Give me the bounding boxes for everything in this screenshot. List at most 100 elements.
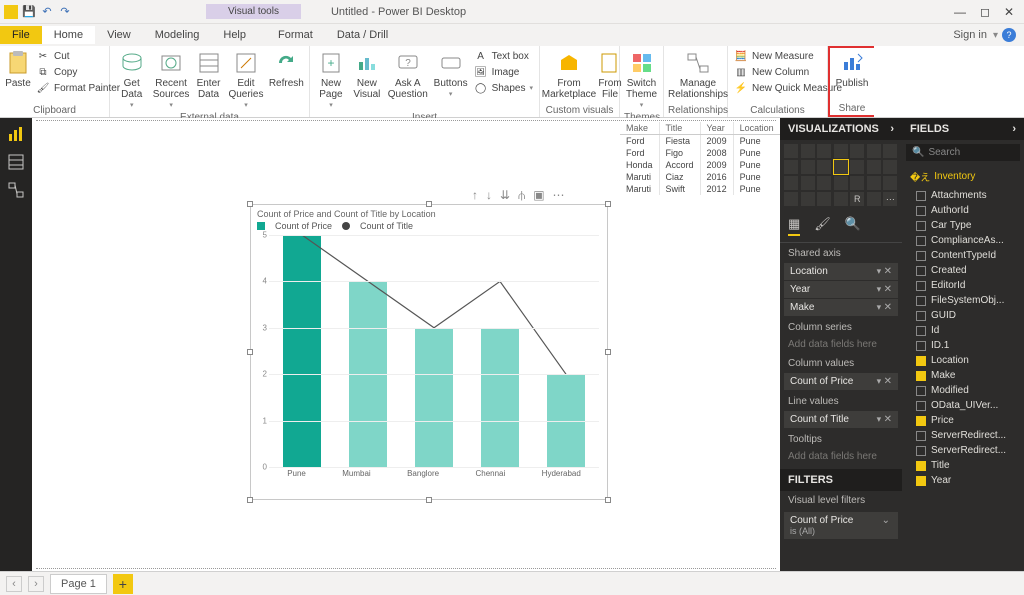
field-row[interactable]: AuthorId [902,203,1024,218]
new-visual-button[interactable]: New Visual [350,48,384,102]
viz-type-icon[interactable] [784,176,798,190]
field-row[interactable]: Id [902,323,1024,338]
tab-help[interactable]: Help [211,26,258,44]
new-page-button[interactable]: +New Page▾ [314,48,348,112]
field-row[interactable]: ServerRedirect... [902,443,1024,458]
field-row[interactable]: Year [902,473,1024,488]
tab-home[interactable]: Home [42,26,95,44]
minimize-icon[interactable]: — [954,5,966,19]
sign-in-link[interactable]: Sign in [947,29,993,41]
field-row[interactable]: ServerRedirect... [902,428,1024,443]
field-row[interactable]: OData_UIVer... [902,398,1024,413]
from-marketplace-button[interactable]: From Marketplace [544,48,594,102]
viz-type-icon[interactable] [867,192,881,206]
viz-type-icon[interactable] [817,192,831,206]
refresh-button[interactable]: Refresh [268,48,305,91]
field-row[interactable]: FileSystemObj... [902,293,1024,308]
drill-down-icon[interactable]: ↓ [486,188,492,203]
fields-search-input[interactable]: 🔍Search [906,144,1020,161]
shapes-button[interactable]: ◯Shapes▾ [472,80,535,96]
drill-up-icon[interactable]: ↑ [472,188,478,203]
tooltips-placeholder[interactable]: Add data fields here [780,448,902,465]
table-header-inventory[interactable]: �えInventory [902,165,1024,188]
field-chip[interactable]: Count of Price▾ ✕ [784,373,898,390]
viz-type-icon[interactable] [867,144,881,158]
viz-type-icon[interactable] [801,160,815,174]
viz-type-icon[interactable] [817,160,831,174]
fields-tab-icon[interactable]: ▦ [788,216,800,236]
add-page-button[interactable]: + [113,574,133,594]
recent-sources-button[interactable]: Recent Sources▾ [151,48,190,112]
switch-theme-button[interactable]: Switch Theme▾ [624,48,659,112]
viz-type-icon[interactable] [850,176,864,190]
field-chip[interactable]: Make▾ ✕ [784,299,898,316]
collapse-viz-icon[interactable]: › [890,123,894,135]
data-view-icon[interactable] [6,152,26,172]
field-row[interactable]: Price [902,413,1024,428]
viz-type-icon[interactable] [867,176,881,190]
field-row[interactable]: Title [902,458,1024,473]
edit-queries-button[interactable]: Edit Queries▾ [226,48,265,112]
help-icon[interactable]: ? [1002,28,1016,42]
field-row[interactable]: Modified [902,383,1024,398]
field-row[interactable]: ID.1 [902,338,1024,353]
collapse-fields-icon[interactable]: › [1012,123,1016,135]
viz-type-icon[interactable] [883,144,897,158]
viz-type-icon[interactable] [834,144,848,158]
field-row[interactable]: Make [902,368,1024,383]
report-view-icon[interactable] [6,124,26,144]
viz-type-icon[interactable] [834,176,848,190]
viz-type-icon[interactable] [850,160,864,174]
save-icon[interactable]: 💾 [22,5,36,19]
field-row[interactable]: Attachments [902,188,1024,203]
page-next-button[interactable]: › [28,576,44,592]
field-row[interactable]: Car Type [902,218,1024,233]
bar[interactable] [480,328,520,467]
get-data-button[interactable]: Get Data▾ [114,48,149,112]
viz-type-icon[interactable] [883,176,897,190]
page-tab-1[interactable]: Page 1 [50,574,107,594]
field-row[interactable]: Created [902,263,1024,278]
ask-question-button[interactable]: ?Ask A Question [386,48,430,102]
viz-type-icon[interactable] [867,160,881,174]
viz-type-icon[interactable] [801,144,815,158]
field-row[interactable]: GUID [902,308,1024,323]
tab-format[interactable]: Format [266,26,325,44]
viz-type-icon[interactable] [801,176,815,190]
enter-data-button[interactable]: Enter Data [193,48,224,102]
report-canvas[interactable]: ↑ ↓ ⇊ ⫛ ▣ ⋯ MakeTitleYearLocation FordFi… [32,118,780,571]
bar[interactable] [414,328,454,467]
bar[interactable] [282,235,322,467]
tab-view[interactable]: View [95,26,143,44]
viz-type-icon[interactable] [834,192,848,206]
viz-type-icon[interactable]: R [850,192,864,206]
cut-button[interactable]: ✂Cut [34,48,122,64]
field-chip[interactable]: Location▾ ✕ [784,263,898,280]
viz-type-icon[interactable] [850,144,864,158]
viz-type-icon[interactable] [784,144,798,158]
field-row[interactable]: Location [902,353,1024,368]
buttons-button[interactable]: Buttons▾ [432,48,470,101]
filter-item[interactable]: Count of Price is (All) ⌄ [784,512,898,539]
close-icon[interactable]: ✕ [1004,5,1014,19]
focus-mode-icon[interactable]: ▣ [533,188,544,203]
publish-button[interactable]: Publish [832,48,872,91]
field-row[interactable]: EditorId [902,278,1024,293]
more-options-icon[interactable]: ⋯ [553,188,565,203]
format-tab-icon[interactable]: 🖌 [814,216,831,236]
viz-type-icon[interactable] [784,192,798,206]
viz-type-icon[interactable] [784,160,798,174]
field-chip[interactable]: Year▾ ✕ [784,281,898,298]
drill-mode-icon[interactable]: ⫛ [518,188,525,203]
redo-icon[interactable]: ↷ [58,5,72,19]
field-row[interactable]: ContentTypeId [902,248,1024,263]
undo-icon[interactable]: ↶ [40,5,54,19]
field-row[interactable]: ComplianceAs... [902,233,1024,248]
page-prev-button[interactable]: ‹ [6,576,22,592]
column-series-placeholder[interactable]: Add data fields here [780,336,902,353]
analytics-tab-icon[interactable]: 🔍 [845,216,861,236]
model-view-icon[interactable] [6,180,26,200]
expand-all-icon[interactable]: ⇊ [500,188,510,203]
manage-relationships-button[interactable]: Manage Relationships [668,48,728,102]
field-chip[interactable]: Count of Title▾ ✕ [784,411,898,428]
